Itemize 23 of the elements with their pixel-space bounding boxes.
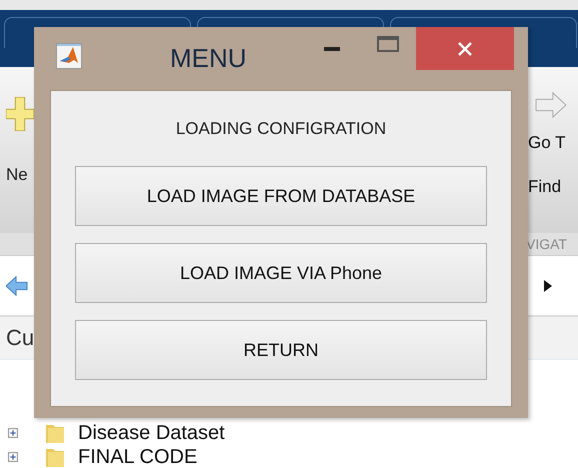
app-icon: [56, 43, 82, 69]
toolbar-label[interactable]: Ne: [6, 165, 34, 186]
close-icon: [458, 42, 472, 56]
folder-icon: [46, 447, 64, 467]
menu-button[interactable]: RETURN: [75, 320, 487, 380]
toolbar-label[interactable]: Find: [528, 177, 568, 198]
section-label: VIGAT: [526, 236, 568, 252]
folder-name[interactable]: Disease Dataset: [78, 422, 225, 444]
minimize-icon: [324, 47, 340, 51]
expand-icon[interactable]: [8, 452, 18, 462]
panel-title: Cu: [6, 325, 34, 352]
maximize-icon: [377, 36, 399, 52]
toolbar-label[interactable]: Go T: [528, 133, 568, 154]
expand-icon[interactable]: [8, 428, 18, 438]
folder-icon: [46, 423, 64, 443]
plus-icon[interactable]: [6, 97, 34, 132]
menu-button[interactable]: LOAD IMAGE FROM DATABASE: [75, 166, 487, 226]
expand-arrow-icon[interactable]: [544, 280, 552, 292]
back-arrow-icon[interactable]: [6, 274, 28, 297]
menu-button[interactable]: LOAD IMAGE VIA Phone: [75, 243, 487, 303]
window-title: MENU: [170, 43, 247, 74]
folder-name[interactable]: FINAL CODE: [78, 446, 198, 468]
heading: LOADING CONFIGRATION: [176, 119, 386, 139]
